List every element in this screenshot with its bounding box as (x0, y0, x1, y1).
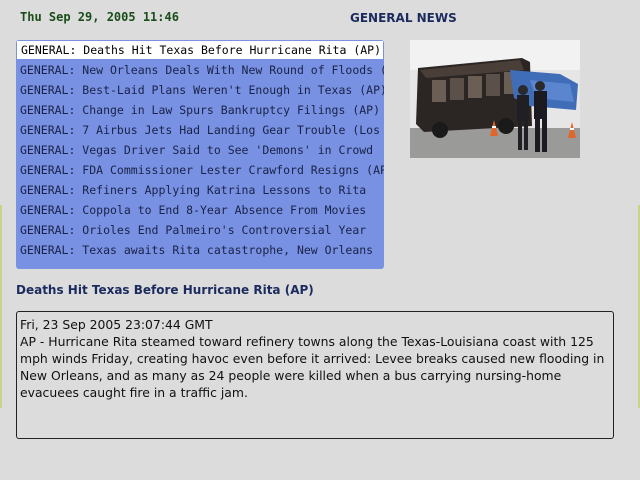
news-photo (410, 40, 580, 158)
headline-item[interactable]: GENERAL: 7 Airbus Jets Had Landing Gear … (16, 120, 384, 140)
story-title: Deaths Hit Texas Before Hurricane Rita (… (16, 283, 314, 297)
headline-list: GENERAL: Deaths Hit Texas Before Hurrica… (16, 40, 384, 260)
headline-item[interactable]: GENERAL: Best-Laid Plans Weren't Enough … (16, 80, 384, 100)
headline-item[interactable]: GENERAL: Refiners Applying Katrina Lesso… (16, 180, 384, 200)
headline-item[interactable]: GENERAL: New Orleans Deals With New Roun… (16, 60, 384, 80)
headline-item-selected[interactable]: GENERAL: Deaths Hit Texas Before Hurrica… (16, 40, 384, 60)
headline-item[interactable]: GENERAL: Texas awaits Rita catastrophe, … (16, 240, 384, 260)
headline-item[interactable]: GENERAL: Coppola to End 8-Year Absence F… (16, 200, 384, 220)
story-date: Fri, 23 Sep 2005 23:07:44 GMT (20, 317, 213, 332)
headline-list-panel[interactable]: GENERAL: Deaths Hit Texas Before Hurrica… (16, 40, 384, 269)
story-text-box[interactable]: Fri, 23 Sep 2005 23:07:44 GMT AP - Hurri… (16, 311, 614, 439)
headline-item[interactable]: GENERAL: Vegas Driver Said to See 'Demon… (16, 140, 384, 160)
headline-item[interactable]: GENERAL: Change in Law Spurs Bankruptcy … (16, 100, 384, 120)
headline-item[interactable]: GENERAL: Orioles End Palmeiro's Controve… (16, 220, 384, 240)
section-title: GENERAL NEWS (350, 11, 457, 25)
clock: Thu Sep 29, 2005 11:46 (20, 10, 179, 24)
burned-bus-photo-icon (410, 40, 580, 158)
left-edge-marker (0, 205, 2, 408)
headline-item[interactable]: GENERAL: FDA Commissioner Lester Crawfor… (16, 160, 384, 180)
story-body: AP - Hurricane Rita steamed toward refin… (20, 334, 605, 400)
